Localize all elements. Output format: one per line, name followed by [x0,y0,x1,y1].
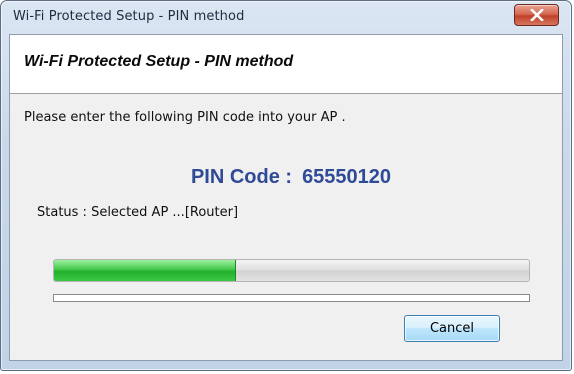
dialog-window: Wi-Fi Protected Setup - PIN method Wi-Fi… [0,0,572,371]
cancel-button[interactable]: Cancel [404,315,500,342]
header-panel: Wi-Fi Protected Setup - PIN method [10,35,562,94]
close-icon [529,9,544,21]
progress-bar-fill [54,260,236,281]
status-text: Status : Selected AP ...[Router] [37,205,239,220]
page-title: Wi-Fi Protected Setup - PIN method [24,53,294,70]
pin-code-label: PIN Code : [190,166,293,188]
divider [53,294,530,302]
instruction-text: Please enter the following PIN code into… [24,110,346,125]
pin-code-display: PIN Code : 65550120 [10,166,562,189]
progress-bar [53,259,530,282]
close-button[interactable] [514,4,559,26]
dialog-content: Wi-Fi Protected Setup - PIN method Pleas… [9,34,563,361]
title-bar[interactable]: Wi-Fi Protected Setup - PIN method [1,1,571,35]
window-title: Wi-Fi Protected Setup - PIN method [13,9,245,24]
pin-code-value: 65550120 [302,166,392,188]
